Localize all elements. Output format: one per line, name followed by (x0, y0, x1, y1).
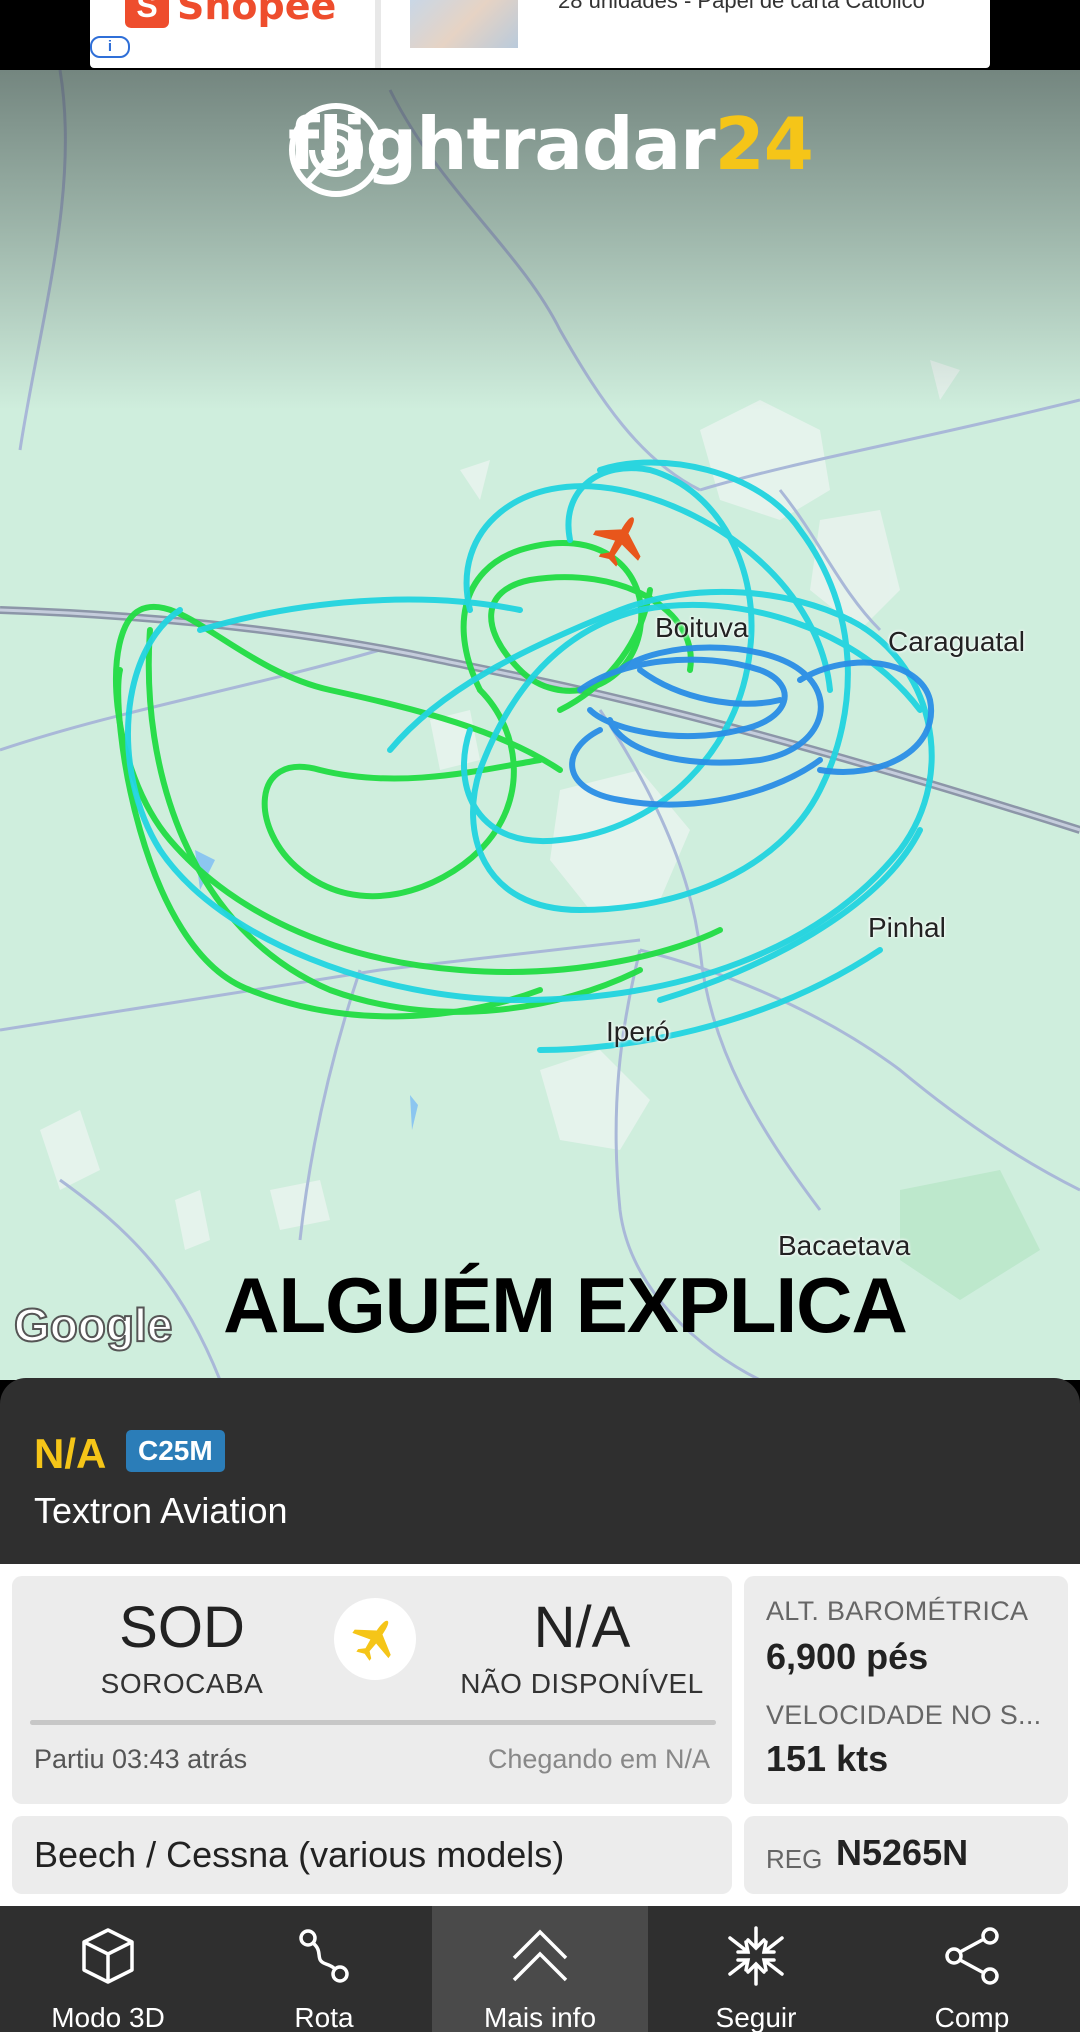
speed-value: 151 kts (766, 1738, 889, 1779)
nav-label: Rota (294, 2002, 354, 2032)
shopee-logo: S Shopee (125, 0, 336, 28)
nav-share[interactable]: Comp (864, 1906, 1080, 2032)
origin-code: SOD (119, 1595, 245, 1660)
map-label-boituva: Boituva (655, 612, 749, 643)
ad-divider (375, 0, 381, 68)
callsign: N/A (34, 1430, 107, 1477)
nav-label: Comp (934, 2002, 1010, 2032)
registration-value: N5265N (836, 1832, 969, 1873)
app-screen: S Shopee i 28 unidades - Papel de carta … (0, 0, 1080, 2032)
aircraft-model-card[interactable]: Beech / Cessna (various models) (12, 1816, 732, 1894)
share-icon (945, 1927, 999, 1985)
nav-label: Modo 3D (51, 2002, 165, 2032)
nav-label: Mais info (483, 2002, 597, 2032)
stats-card[interactable]: ALT. BAROMÉTRICA 6,900 pés VELOCIDADE NO… (744, 1576, 1068, 1804)
shopee-bag-icon: S (125, 0, 169, 28)
route-icon (299, 1929, 349, 1983)
nav-label: Seguir (715, 2002, 797, 2032)
departure-plane-icon (334, 1598, 416, 1680)
altitude-value: 6,900 pés (766, 1636, 929, 1677)
airline-name: Textron Aviation (34, 1490, 288, 1531)
nav-route[interactable]: Rota (216, 1906, 432, 2032)
aircraft-model: Beech / Cessna (various models) (34, 1834, 565, 1875)
logo-number: 24 (714, 102, 814, 186)
route-progress-bar (30, 1720, 716, 1725)
registration-label: REG (766, 1844, 823, 1874)
map-label-ipero: Iperó (606, 1016, 670, 1047)
radar-icon (289, 103, 383, 197)
departed-time: Partiu 03:43 atrás (34, 1744, 248, 1774)
ad-brand: Shopee (177, 0, 337, 28)
flight-header[interactable]: N/A C25M Textron Aviation (0, 1378, 1080, 1564)
ad-content[interactable]: S Shopee i 28 unidades - Papel de carta … (90, 0, 990, 68)
altitude-label: ALT. BAROMÉTRICA (766, 1596, 1029, 1626)
speed-label: VELOCIDADE NO S... (766, 1700, 1042, 1730)
origin-name: SOROCABA (100, 1668, 264, 1699)
flightradar-logo: flightradar24 (288, 102, 814, 197)
map-label-pinhal: Pinhal (868, 912, 946, 943)
cube-icon (82, 1928, 134, 1984)
nav-3d-mode[interactable]: Modo 3D (0, 1906, 216, 2032)
compress-arrows-icon (728, 1926, 784, 1986)
registration-card[interactable]: REG N5265N (744, 1816, 1068, 1894)
nav-more-info[interactable]: Mais info (432, 1906, 648, 2032)
bottom-nav: Modo 3D Rota Mais info Seguir Comp (0, 1906, 1080, 2032)
flight-info-panel: SOD SOROCABA N/A NÃO DISPONÍVEL Partiu 0… (0, 1564, 1080, 1906)
map-canvas (0, 70, 1080, 1380)
flight-map[interactable]: flightradar24 Boituva Caraguatal Pinhal … (0, 70, 1080, 1380)
google-attribution: Google (13, 1298, 173, 1352)
ad-banner[interactable]: S Shopee i 28 unidades - Papel de carta … (0, 0, 1080, 70)
ad-product-image (410, 0, 518, 48)
route-card[interactable]: SOD SOROCABA N/A NÃO DISPONÍVEL Partiu 0… (12, 1576, 732, 1804)
aircraft-type-badge: C25M (126, 1430, 225, 1472)
nav-follow[interactable]: Seguir (648, 1906, 864, 2032)
map-label-caraguatal: Caraguatal (888, 626, 1025, 657)
chevron-up-icon (512, 1929, 568, 1982)
ad-info-icon[interactable]: i (90, 36, 130, 58)
destination-code: N/A (533, 1595, 631, 1660)
destination-name: NÃO DISPONÍVEL (460, 1668, 704, 1699)
map-label-bacaetava: Bacaetava (778, 1230, 911, 1261)
arrival-time: Chegando em N/A (487, 1744, 710, 1774)
ad-text: 28 unidades - Papel de carta Católico (558, 0, 925, 13)
